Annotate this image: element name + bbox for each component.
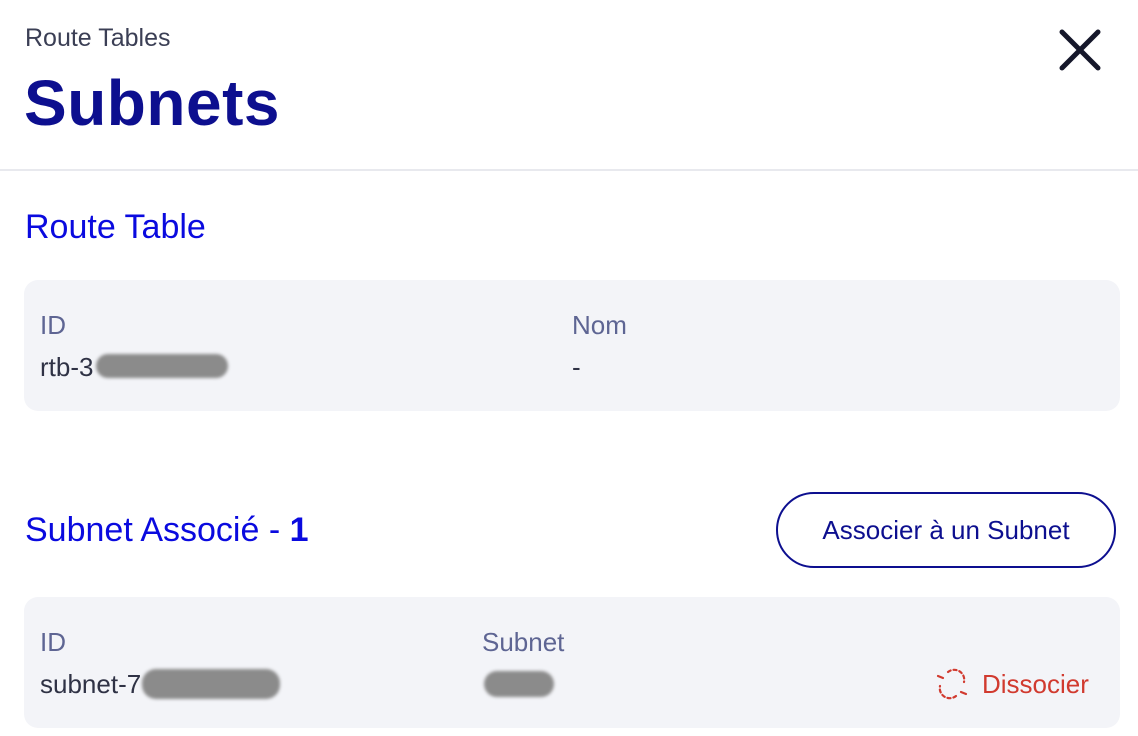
redaction-mark (142, 669, 280, 699)
subnet-id-label: ID (40, 627, 66, 657)
route-table-card: ID rtb-3 Nom - (24, 280, 1120, 411)
associated-subnet-row: ID subnet-7 Subnet (24, 597, 1120, 728)
page-title: Subnets (24, 67, 280, 139)
redaction-mark (96, 354, 228, 378)
dissociate-button[interactable]: Dissocier (934, 666, 1089, 702)
route-table-name-value: - (572, 352, 581, 382)
associated-subnets-count: 1 (289, 511, 309, 549)
subnet-cidr-label: Subnet (482, 627, 565, 657)
redaction-mark (484, 671, 554, 697)
associated-subnets-title: Subnet Associé - 1 (25, 511, 309, 550)
drawer-header: Route Tables Subnets (0, 0, 1138, 171)
associated-subnets-label: Subnet Associé - (25, 511, 290, 549)
breadcrumb[interactable]: Route Tables (25, 24, 170, 53)
close-button[interactable] (1054, 24, 1106, 76)
associate-subnet-button[interactable]: Associer à un Subnet (776, 492, 1116, 568)
route-table-id-value: rtb-3 (40, 352, 94, 382)
dissociate-label: Dissocier (982, 668, 1089, 699)
unlink-icon (936, 668, 968, 700)
route-table-id-label: ID (40, 310, 66, 340)
route-table-name-label: Nom (572, 310, 627, 340)
close-icon (1059, 29, 1101, 71)
subnet-id-value: subnet-7 (40, 669, 142, 699)
route-table-section-title: Route Table (25, 208, 206, 246)
